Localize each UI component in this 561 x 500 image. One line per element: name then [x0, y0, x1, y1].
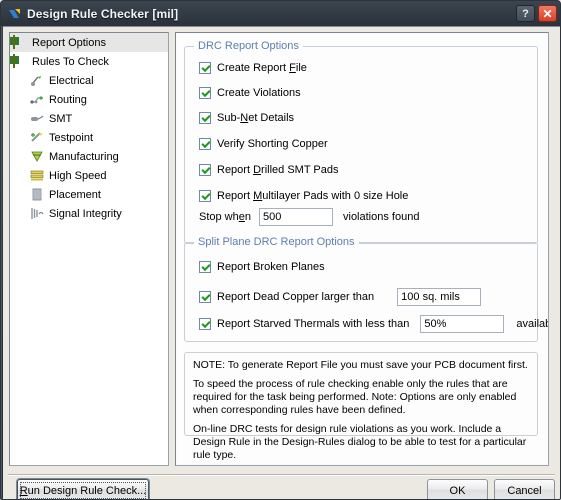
label-sub-net-details: Sub-Net Details [217, 112, 295, 124]
report-dead-copper-row[interactable]: Report Dead Copper larger than 100 sq. m… [199, 288, 482, 306]
help-button[interactable]: ? [516, 5, 535, 22]
signal-integrity-icon [30, 207, 46, 221]
tree-item-high-speed[interactable]: High Speed [10, 166, 168, 185]
tree-item-placement[interactable]: Placement [10, 185, 168, 204]
placement-icon [30, 188, 46, 202]
manufacturing-icon [30, 150, 46, 164]
starved-thermals-suffix: available copper [516, 318, 548, 330]
electrical-icon [30, 74, 46, 88]
tree-item-label: Routing [49, 93, 87, 106]
tree-item-label: SMT [49, 112, 73, 125]
tree-item-routing[interactable]: Routing [10, 90, 168, 109]
testpoint-icon [30, 131, 46, 145]
tree-item-signal-integrity[interactable]: Signal Integrity [10, 204, 168, 223]
option-row-verify-shorting-copper[interactable]: Verify Shorting Copper [199, 138, 328, 150]
checkbox-create-report-file[interactable] [199, 62, 211, 74]
run-design-rule-check-button[interactable]: Run Design Rule Check... [17, 479, 149, 499]
tree-item-label: Report Options [32, 36, 106, 49]
window-frame: Design Rule Checker [mil] ? ✕ Report Opt… [0, 0, 561, 500]
report-dead-copper-checkbox[interactable] [199, 291, 211, 303]
focus-outline [20, 482, 146, 499]
tree-item-label: Manufacturing [49, 150, 119, 163]
report-broken-planes-row[interactable]: Report Broken Planes [199, 261, 325, 273]
options-panel: DRC Report Options Create Report File Cre… [175, 32, 549, 466]
tree-item-testpoint[interactable]: Testpoint [10, 128, 168, 147]
tree-item-manufacturing[interactable]: Manufacturing [10, 147, 168, 166]
label-create-violations: Create Violations [217, 87, 301, 99]
routing-icon [30, 93, 46, 107]
note-box: NOTE: To generate Report File you must s… [184, 352, 538, 461]
tree-item-label: Testpoint [49, 131, 94, 144]
checkbox-sub-net-details[interactable] [199, 112, 211, 124]
title-bar: Design Rule Checker [mil] ? ✕ [1, 1, 560, 26]
tree-item-label: High Speed [49, 169, 107, 182]
rules-tree-panel[interactable]: Report Options Rules To Check Electrical Ro… [9, 32, 169, 466]
label-report-multilayer-pads-with-0-size-hole: Report Multilayer Pads with 0 size Hole [217, 190, 409, 202]
stop-when-input[interactable]: 500 [259, 208, 333, 226]
checkbox-create-violations[interactable] [199, 87, 211, 99]
tree-item-rules-to-check[interactable]: Rules To Check [10, 52, 168, 71]
report-broken-planes-label: Report Broken Planes [217, 261, 325, 273]
note-line-1: NOTE: To generate Report File you must s… [193, 359, 528, 371]
note-line-2: To speed the process of rule checking en… [193, 378, 517, 416]
window-title: Design Rule Checker [mil] [27, 6, 179, 21]
tree-item-label: Electrical [49, 74, 94, 87]
report-dead-copper-label: Report Dead Copper larger than [217, 291, 375, 303]
label-verify-shorting-copper: Verify Shorting Copper [217, 138, 328, 150]
option-row-sub-net-details[interactable]: Sub-Net Details [199, 112, 294, 124]
starved-thermals-input[interactable]: 50% [420, 315, 505, 333]
dialog-client-area: Report Options Rules To Check Electrical Ro… [3, 26, 560, 499]
stop-when-suffix: violations found [343, 211, 420, 223]
folder-plus-icon [13, 34, 29, 50]
stop-when-row: Stop when 500 violations found [199, 208, 419, 226]
title-bar-buttons: ? ✕ [516, 5, 557, 22]
stop-when-label: Stop when [199, 211, 251, 223]
altium-chevron-icon [8, 7, 22, 21]
bottom-separator [8, 474, 555, 476]
folder-plus-icon [13, 53, 29, 69]
tree-item-electrical[interactable]: Electrical [10, 71, 168, 90]
report-starved-thermals-checkbox[interactable] [199, 318, 211, 330]
checkbox-report-multilayer-pads-with-0-size-hole[interactable] [199, 190, 211, 202]
label-report-drilled-smt-pads: Report Drilled SMT Pads [217, 164, 339, 176]
tree-item-label: Placement [49, 188, 101, 201]
option-row-report-multilayer-pads-with-0-size-hole[interactable]: Report Multilayer Pads with 0 size Hole [199, 190, 408, 202]
drc-report-options-title: DRC Report Options [194, 40, 303, 52]
option-row-create-violations[interactable]: Create Violations [199, 87, 301, 99]
ok-button[interactable]: OK [427, 479, 488, 499]
checkbox-report-drilled-smt-pads[interactable] [199, 164, 211, 176]
note-line-3: On-line DRC tests for design rule violat… [193, 423, 527, 461]
tree-item-label: Rules To Check [32, 55, 109, 68]
tree-item-report-options[interactable]: Report Options [10, 33, 168, 52]
options-panel-inner: DRC Report Options Create Report File Cre… [177, 34, 548, 464]
cancel-button[interactable]: Cancel [494, 479, 555, 499]
report-starved-thermals-row[interactable]: Report Starved Thermals with less than 5… [199, 315, 548, 333]
tree-item-label: Signal Integrity [49, 207, 122, 220]
design-rule-checker-dialog: Design Rule Checker [mil] ? ✕ Report Opt… [0, 0, 561, 500]
report-starved-thermals-label: Report Starved Thermals with less than [217, 318, 410, 330]
split-plane-options-title: Split Plane DRC Report Options [194, 236, 359, 248]
checkbox-verify-shorting-copper[interactable] [199, 138, 211, 150]
smt-icon [30, 112, 46, 126]
report-broken-planes-checkbox[interactable] [199, 261, 211, 273]
high-speed-icon [30, 169, 46, 183]
option-row-report-drilled-smt-pads[interactable]: Report Drilled SMT Pads [199, 164, 338, 176]
close-icon[interactable]: ✕ [538, 5, 557, 22]
dead-copper-input[interactable]: 100 sq. mils [397, 288, 482, 306]
option-row-create-report-file[interactable]: Create Report File [199, 62, 307, 74]
label-create-report-file: Create Report File [217, 62, 307, 74]
tree-item-smt[interactable]: SMT [10, 109, 168, 128]
